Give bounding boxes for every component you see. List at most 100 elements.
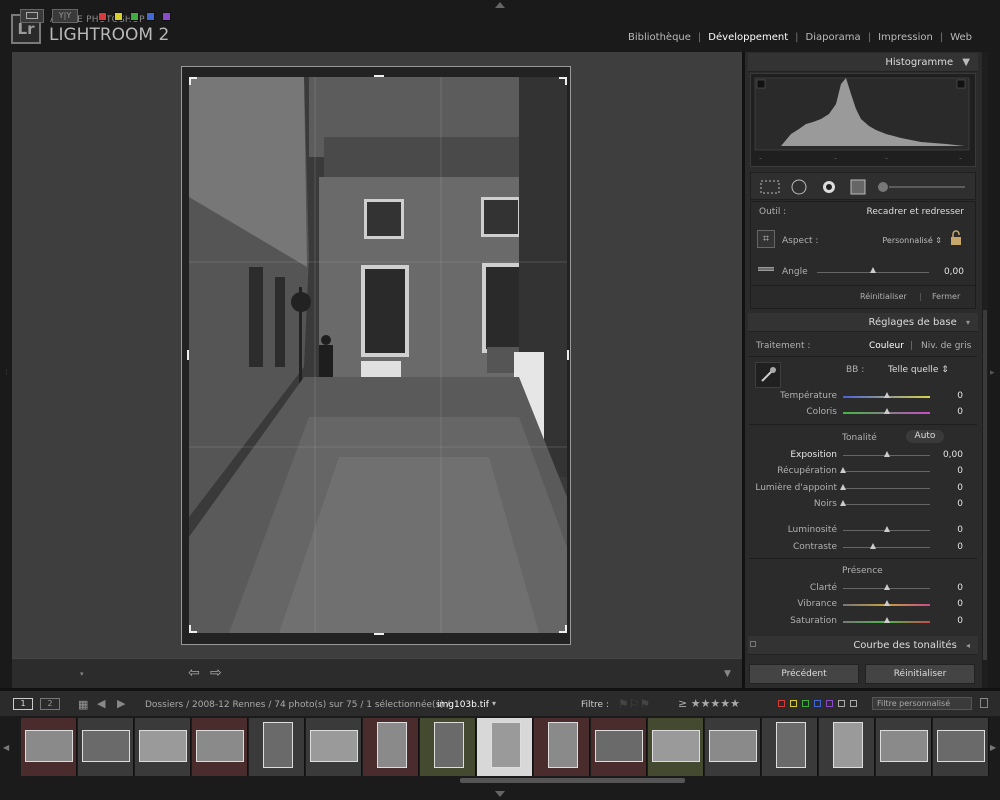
basic-header[interactable]: Réglages de base ▾ [748, 313, 978, 332]
contrast-slider-track[interactable] [843, 547, 930, 548]
exposure-slider-knob[interactable] [883, 451, 890, 457]
filmstrip-thumbnail[interactable] [135, 718, 191, 776]
label-yellow-button[interactable] [114, 12, 123, 21]
filmstrip-thumbnail[interactable] [876, 718, 932, 776]
tint-slider-knob[interactable] [883, 408, 890, 414]
straighten-tool-icon[interactable] [757, 262, 775, 276]
filter-preset-dropdown[interactable]: Filtre personnalisé [872, 697, 972, 710]
filmstrip-right-arrow-icon[interactable]: ▶ [990, 743, 996, 752]
blacks-slider-knob[interactable] [840, 500, 846, 506]
crop-tool-icon[interactable] [759, 179, 779, 193]
filter-switch-icon[interactable] [980, 698, 988, 708]
collapse-top-icon[interactable] [495, 2, 505, 8]
filmstrip-thumbnail[interactable] [78, 718, 134, 776]
crop-handle-bottom-left[interactable] [189, 625, 197, 633]
label-blue-button[interactable] [146, 12, 155, 21]
filmstrip-thumbnail[interactable] [534, 718, 590, 776]
filmstrip-thumbnail[interactable] [192, 718, 248, 776]
graduated-filter-tool-icon[interactable] [848, 179, 864, 193]
tone-curve-toggle[interactable] [750, 641, 756, 647]
crop-frame-tool-icon[interactable]: ⌗ [757, 230, 775, 248]
photo-preview[interactable] [189, 77, 567, 633]
filter-none-icon[interactable] [850, 700, 857, 707]
recovery-slider-track[interactable] [843, 471, 930, 472]
module-developpement[interactable]: Développement [708, 32, 788, 43]
tone-curve-header[interactable]: Courbe des tonalités ◂ [748, 636, 978, 655]
histogram-header[interactable]: Histogramme ▼ [748, 53, 978, 72]
star-filter[interactable]: ≥ ★★★★★ [678, 697, 740, 710]
filter-red-icon[interactable] [778, 700, 785, 707]
white-balance-eyedropper-icon[interactable] [755, 362, 781, 388]
label-red-button[interactable] [98, 12, 107, 21]
recovery-slider-knob[interactable] [840, 467, 846, 473]
collapse-histogram-icon[interactable]: ▼ [962, 57, 970, 68]
label-purple-button[interactable] [162, 12, 171, 21]
loupe-view-button[interactable] [20, 9, 44, 23]
filmstrip-thumbnail[interactable] [306, 718, 362, 776]
histogram[interactable]: – – – – [750, 73, 976, 167]
before-after-dropdown-icon[interactable]: ▾ [80, 670, 84, 678]
forward-arrow-icon[interactable]: ▶ [117, 697, 125, 710]
filmstrip-thumbnail[interactable] [591, 718, 647, 776]
filmstrip-left-arrow-icon[interactable]: ◀ [3, 743, 9, 752]
clarity-slider-knob[interactable] [883, 584, 890, 590]
back-arrow-icon[interactable]: ◀ [97, 697, 105, 710]
module-web[interactable]: Web [950, 32, 972, 43]
filmstrip-thumbnail[interactable] [705, 718, 761, 776]
previous-photo-arrow-icon[interactable]: ⇦ [188, 665, 200, 681]
filmstrip-thumbnail[interactable] [249, 718, 305, 776]
saturation-slider-knob[interactable] [883, 617, 890, 623]
module-diaporama[interactable]: Diaporama [806, 32, 861, 43]
crop-close-button[interactable]: Fermer [932, 292, 960, 301]
filter-yellow-icon[interactable] [790, 700, 797, 707]
collapse-basic-icon[interactable]: ▾ [966, 318, 970, 327]
filmstrip-thumbnail[interactable] [363, 718, 419, 776]
collapse-right-icon[interactable]: ▸ [990, 368, 995, 378]
module-bibliotheque[interactable]: Bibliothèque [628, 32, 691, 43]
expand-left-icon[interactable]: ⋮ [3, 368, 10, 376]
adjustment-brush-tool-icon[interactable] [876, 179, 966, 193]
temperature-slider-knob[interactable] [883, 392, 890, 398]
filmstrip-scrollbar[interactable] [460, 778, 685, 783]
scrollbar-thumb[interactable] [983, 310, 987, 660]
crop-handle-bottom[interactable] [374, 633, 384, 635]
treatment-grayscale-option[interactable]: Niv. de gris [921, 341, 971, 351]
filmstrip-thumbnail[interactable] [648, 718, 704, 776]
spot-removal-tool-icon[interactable] [790, 179, 808, 193]
filmstrip-thumbnail[interactable] [420, 718, 476, 776]
filter-purple-icon[interactable] [826, 700, 833, 707]
filmstrip-thumbnail[interactable] [819, 718, 875, 776]
module-impression[interactable]: Impression [878, 32, 933, 43]
filmstrip-thumbnail[interactable] [762, 718, 818, 776]
label-green-button[interactable] [130, 12, 139, 21]
filmstrip-thumbnail[interactable] [477, 718, 533, 776]
filter-custom-icon[interactable] [838, 700, 845, 707]
before-after-button[interactable]: Y|Y [52, 9, 78, 23]
filename-dropdown-icon[interactable]: ▾ [492, 699, 496, 708]
next-photo-arrow-icon[interactable]: ⇨ [210, 665, 222, 681]
brightness-slider-knob[interactable] [883, 526, 890, 532]
window-2-button[interactable]: 2 [40, 698, 60, 710]
crop-handle-left[interactable] [187, 350, 189, 360]
window-1-button[interactable]: 1 [13, 698, 33, 710]
toolbar-menu-icon[interactable]: ▼ [724, 669, 731, 679]
reset-button[interactable]: Réinitialiser [865, 664, 975, 684]
aspect-dropdown[interactable]: Personnalisé ⇕ [860, 236, 942, 245]
fill-light-slider-track[interactable] [843, 488, 930, 489]
filter-blue-icon[interactable] [814, 700, 821, 707]
crop-handle-right[interactable] [567, 350, 569, 360]
crop-handle-top-right[interactable] [559, 77, 567, 85]
filmstrip-thumbnail[interactable] [21, 718, 77, 776]
previous-button[interactable]: Précédent [749, 664, 859, 684]
angle-slider-knob[interactable] [870, 267, 876, 273]
filmstrip-thumbnail[interactable] [933, 718, 989, 776]
flag-filter-icons[interactable]: ⚑⚐⚑ [618, 697, 650, 711]
crop-handle-top-left[interactable] [189, 77, 197, 85]
vibrance-slider-knob[interactable] [883, 600, 890, 606]
crop-reset-button[interactable]: Réinitialiser [860, 292, 907, 301]
collapse-filmstrip-icon[interactable] [495, 791, 505, 797]
wb-dropdown[interactable]: Telle quelle ⇕ [888, 365, 949, 375]
treatment-color-option[interactable]: Couleur [869, 341, 904, 351]
crop-handle-bottom-right[interactable] [559, 625, 567, 633]
fill-light-slider-knob[interactable] [840, 484, 846, 490]
